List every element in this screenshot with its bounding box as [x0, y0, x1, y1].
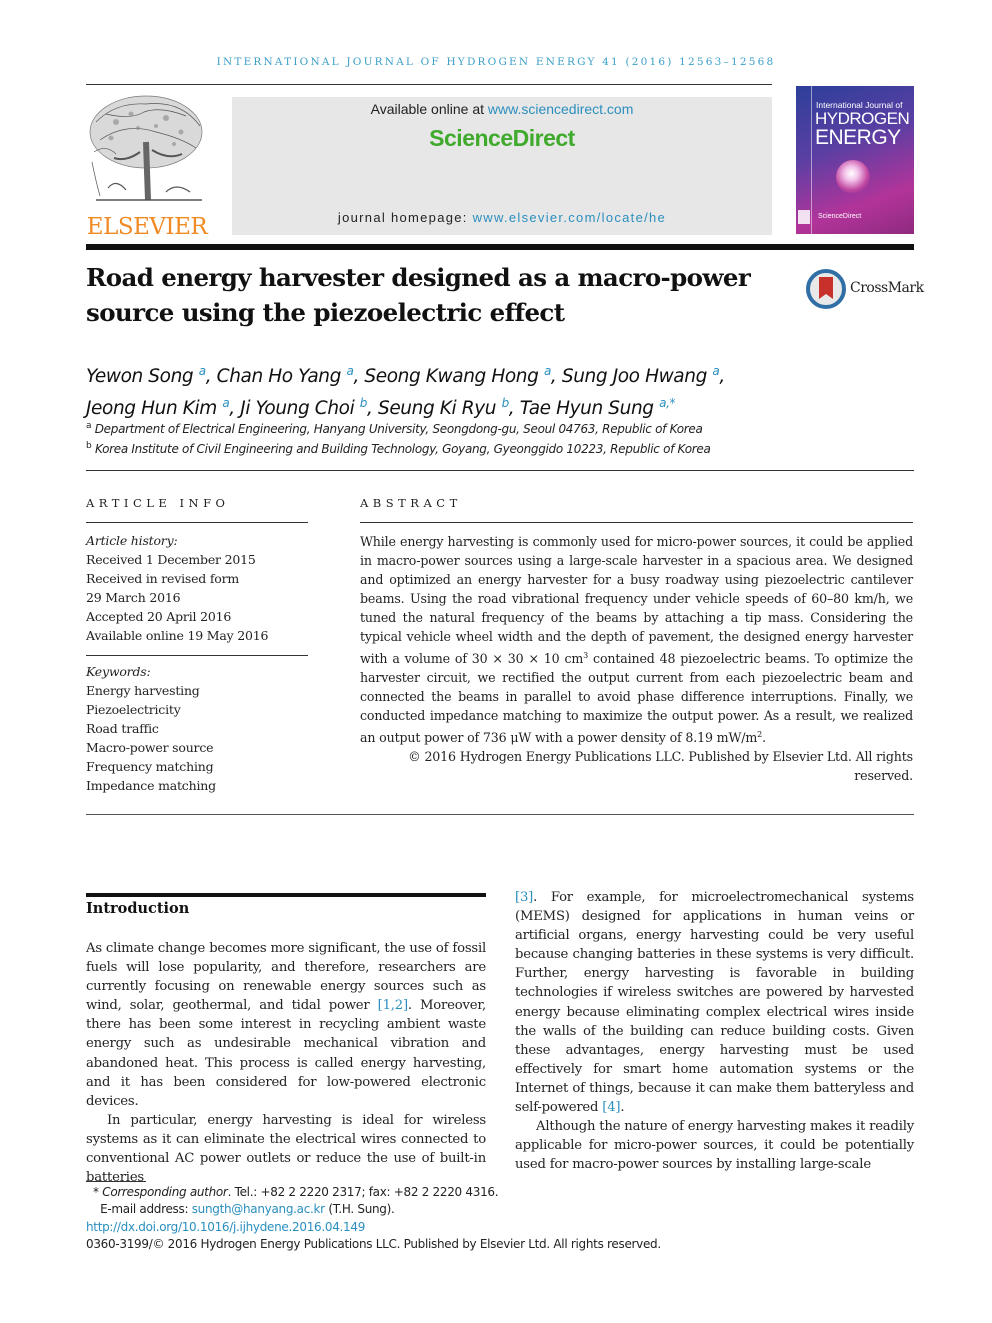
affiliation-marker[interactable]: b — [502, 396, 510, 410]
keyword: Macro-power source — [86, 740, 214, 755]
history-item: 29 March 2016 — [86, 590, 181, 605]
crossmark-button[interactable]: CrossMark — [806, 269, 924, 309]
issn-copyright: 0360-3199/© 2016 Hydrogen Energy Publica… — [86, 1236, 661, 1251]
keyword: Road traffic — [86, 721, 159, 736]
section-divider — [86, 893, 486, 897]
history-item: Available online 19 May 2016 — [86, 628, 269, 643]
keyword: Impedance matching — [86, 778, 216, 793]
citation-link[interactable]: [1,2] — [378, 998, 408, 1013]
affiliation-b: b Korea Institute of Civil Engineering a… — [86, 441, 711, 456]
abstract-heading: ABSTRACT — [360, 496, 462, 510]
article-info-divider — [86, 522, 308, 523]
keyword: Energy harvesting — [86, 683, 200, 698]
elsevier-tree-icon — [89, 95, 203, 201]
email-link[interactable]: sungth@hanyang.ac.kr — [192, 1202, 325, 1216]
affiliation-marker[interactable]: a — [712, 364, 719, 378]
journal-cover-image[interactable]: International Journal of HYDROGEN ENERGY… — [796, 86, 914, 234]
footnote-divider — [86, 1181, 146, 1182]
article-info-heading: ARTICLE INFO — [86, 496, 230, 510]
affiliation-a: a Department of Electrical Engineering, … — [86, 421, 703, 436]
paragraph: As climate change becomes more significa… — [86, 941, 486, 1109]
abstract-copyright: © 2016 Hydrogen Energy Publications LLC.… — [408, 749, 913, 784]
journal-homepage-label: journal homepage: — [337, 210, 473, 225]
citation-link[interactable]: [4] — [602, 1100, 620, 1115]
running-head: INTERNATIONAL JOURNAL OF HYDROGEN ENERGY… — [216, 56, 776, 68]
affiliation-marker[interactable]: a,* — [659, 396, 675, 410]
author[interactable]: Yewon Song a — [86, 364, 206, 387]
cover-title-line1: HYDROGEN — [815, 109, 910, 128]
history-item: Received in revised form — [86, 571, 240, 586]
keywords-divider — [86, 655, 308, 656]
crossmark-label: CrossMark — [850, 280, 924, 296]
abstract-divider — [360, 522, 913, 523]
cover-orb-graphic — [836, 160, 870, 194]
masthead-bar — [86, 244, 914, 250]
author[interactable]: Sung Joo Hwang a — [562, 364, 720, 387]
keyword: Frequency matching — [86, 759, 214, 774]
sciencedirect-banner: Available online at www.sciencedirect.co… — [232, 97, 772, 235]
body-column-left: As climate change becomes more significa… — [86, 939, 486, 1187]
footnotes: * Corresponding author. Tel.: +82 2 2220… — [86, 1184, 846, 1253]
available-online-line: Available online at www.sciencedirect.co… — [232, 101, 772, 117]
abstract-body: While energy harvesting is commonly used… — [360, 534, 913, 746]
abstract-end-divider — [86, 814, 914, 815]
author-list: Yewon Song a, Chan Ho Yang a, Seong Kwan… — [86, 364, 725, 420]
cover-footer: ScienceDirect — [818, 213, 862, 220]
available-online-label: Available online at — [370, 101, 488, 117]
author[interactable]: Ji Young Choi b — [240, 396, 368, 419]
keyword: Piezoelectricity — [86, 702, 181, 717]
article-title: Road energy harvester designed as a macr… — [86, 263, 751, 327]
introduction-heading: Introduction — [86, 900, 190, 917]
author[interactable]: Tae Hyun Sung a,* — [520, 396, 676, 419]
cover-badge-icon — [798, 210, 810, 224]
header-divider — [86, 84, 772, 85]
paragraph: In particular, energy harvesting is idea… — [86, 1112, 486, 1186]
corresponding-author-note: * Corresponding author. Tel.: +82 2 2220… — [93, 1185, 499, 1199]
email-note: E-mail address: sungth@hanyang.ac.kr (T.… — [100, 1202, 395, 1217]
history-item: Received 1 December 2015 — [86, 552, 256, 567]
paragraph-continued: [3]. For example, for microelectromechan… — [515, 890, 914, 1116]
cover-title-line2: ENERGY — [815, 126, 901, 149]
crossmark-icon — [806, 269, 846, 309]
history-item: Accepted 20 April 2016 — [86, 609, 232, 624]
keywords-label: Keywords: — [86, 664, 151, 679]
front-matter-divider — [86, 470, 914, 471]
history-label: Article history: — [86, 533, 178, 548]
elsevier-wordmark: ELSEVIER — [86, 214, 208, 240]
author[interactable]: Jeong Hun Kim a — [86, 396, 230, 419]
journal-homepage-line: journal homepage: www.elsevier.com/locat… — [232, 210, 772, 225]
abstract-panel: ABSTRACT While energy harvesting is comm… — [360, 496, 913, 785]
affiliation-marker[interactable]: a — [222, 396, 229, 410]
author[interactable]: Seung Ki Ryu b — [378, 396, 510, 419]
affiliation-marker[interactable]: a — [199, 364, 206, 378]
affiliation-marker[interactable]: a — [544, 364, 551, 378]
author[interactable]: Seong Kwang Hong a — [364, 364, 551, 387]
citation-link[interactable]: [3] — [515, 890, 533, 905]
doi-link[interactable]: http://dx.doi.org/10.1016/j.ijhydene.201… — [86, 1220, 365, 1234]
article-info-panel: ARTICLE INFO Article history: Received 1… — [86, 496, 308, 795]
affiliation-marker[interactable]: b — [360, 396, 368, 410]
elsevier-logo[interactable]: ELSEVIER — [86, 92, 208, 240]
body-column-right: [3]. For example, for microelectromechan… — [515, 888, 914, 1174]
paragraph: Although the nature of energy harvesting… — [515, 1119, 914, 1173]
cover-divider — [811, 86, 812, 234]
sciencedirect-link[interactable]: www.sciencedirect.com — [488, 101, 634, 117]
affiliation-marker[interactable]: a — [346, 364, 353, 378]
sciencedirect-logo[interactable]: ScienceDirect — [232, 125, 772, 152]
journal-homepage-link[interactable]: www.elsevier.com/locate/he — [473, 210, 666, 225]
author[interactable]: Chan Ho Yang a — [217, 364, 354, 387]
